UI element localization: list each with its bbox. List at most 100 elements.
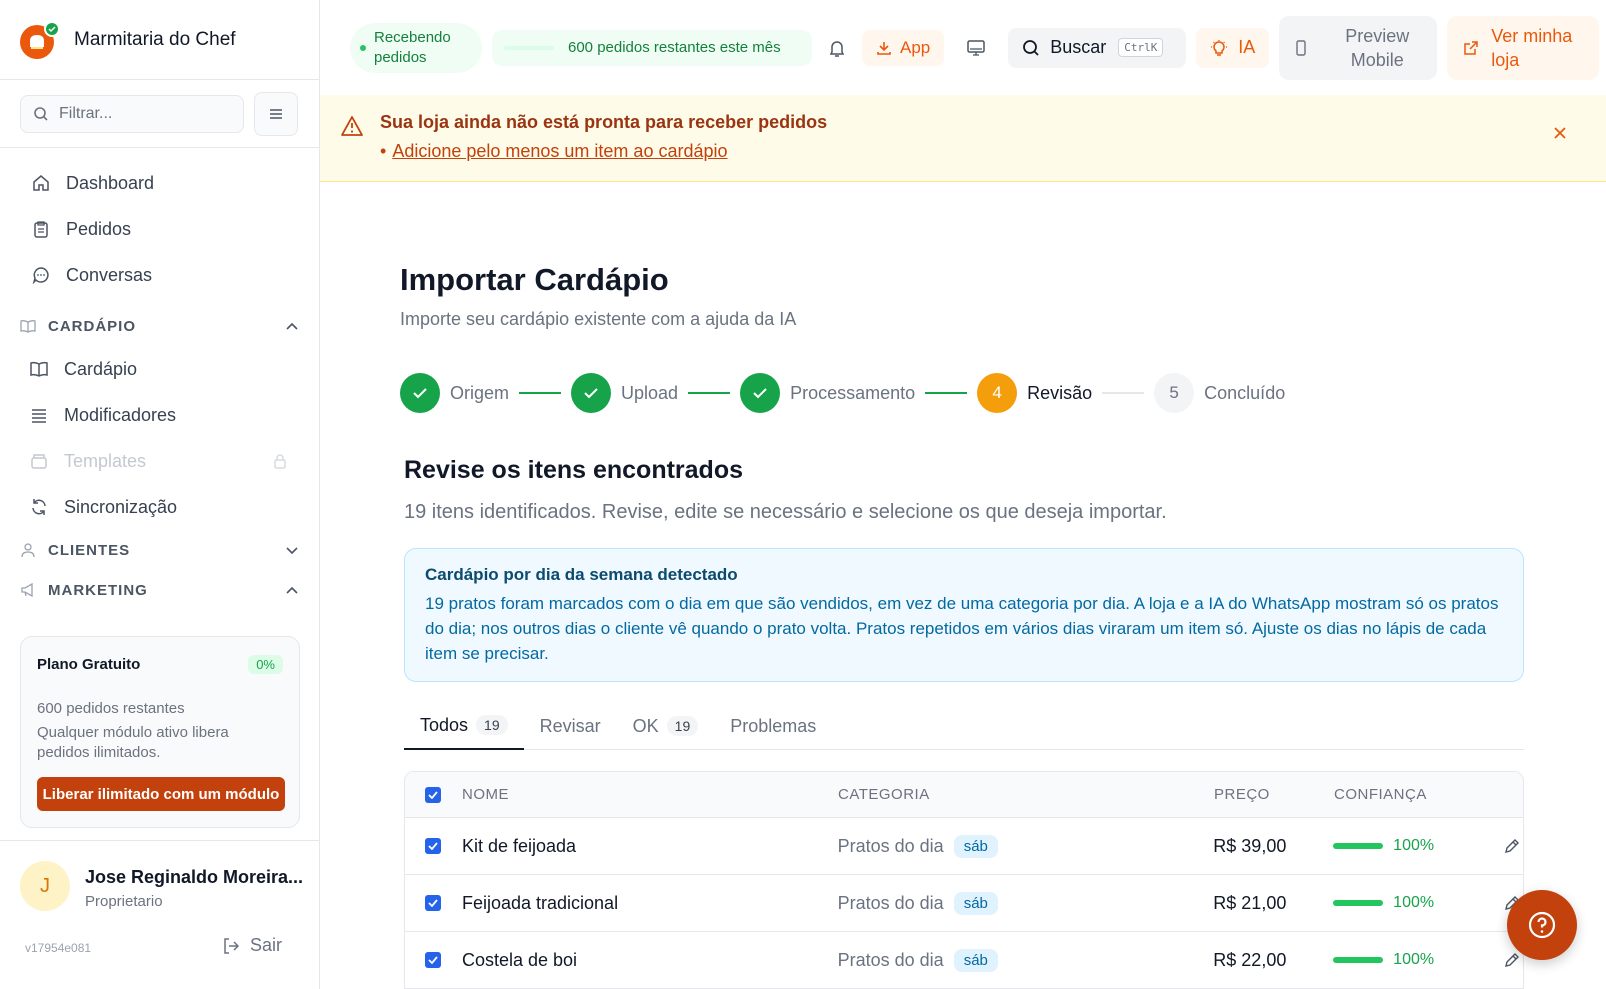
view-store-label: Ver minha loja bbox=[1491, 25, 1573, 70]
tab-revisar[interactable]: Revisar bbox=[524, 702, 617, 750]
lightbulb-icon bbox=[1210, 39, 1228, 57]
orders-progress-bar bbox=[504, 45, 554, 50]
item-price: R$ 39,00 bbox=[1213, 835, 1287, 856]
avatar[interactable]: J bbox=[20, 861, 70, 911]
add-menu-item-link[interactable]: Adicione pelo menos um item ao cardápio bbox=[392, 141, 727, 162]
section-clientes[interactable]: CLIENTES bbox=[0, 530, 319, 570]
orders-quota-pill[interactable]: 600 pedidos restantes este mês bbox=[492, 29, 812, 66]
orders-quota-label: 600 pedidos restantes este mês bbox=[568, 39, 781, 56]
sidebar-item-sincronizacao[interactable]: Sincronização bbox=[0, 484, 319, 530]
pencil-icon[interactable] bbox=[1503, 951, 1523, 969]
col-header-name[interactable]: NOME bbox=[462, 786, 838, 803]
step-connector bbox=[688, 392, 731, 394]
sidebar-item-templates[interactable]: Templates bbox=[0, 438, 319, 484]
brand-header[interactable]: Marmitaria do Chef bbox=[0, 0, 319, 80]
review-tabs: Todos 19 Revisar OK 19 Problemas bbox=[404, 702, 1524, 750]
close-icon[interactable] bbox=[1552, 125, 1568, 141]
tab-todos[interactable]: Todos 19 bbox=[404, 702, 524, 750]
chevron-up-icon bbox=[285, 585, 299, 595]
check-icon bbox=[400, 373, 440, 413]
item-category: Pratos do dia bbox=[837, 949, 944, 970]
logout-button[interactable]: Sair bbox=[222, 935, 282, 956]
bell-icon bbox=[828, 38, 846, 58]
store-status-pill[interactable]: Recebendo pedidos bbox=[350, 22, 482, 73]
day-badge: sáb bbox=[953, 834, 998, 858]
step-label: Processamento bbox=[790, 382, 916, 403]
step-processamento[interactable]: Processamento bbox=[740, 373, 915, 413]
filter-input[interactable]: Filtrar... bbox=[20, 94, 244, 133]
plan-usage-badge: 0% bbox=[248, 655, 283, 674]
notifications-button[interactable] bbox=[822, 30, 852, 66]
select-all-checkbox[interactable] bbox=[425, 786, 441, 803]
step-upload[interactable]: Upload bbox=[571, 373, 678, 413]
tab-label: OK bbox=[632, 715, 659, 736]
item-category: Pratos do dia bbox=[837, 835, 944, 856]
logout-label: Sair bbox=[250, 935, 283, 955]
check-icon bbox=[571, 373, 612, 413]
step-revisao[interactable]: 4 Revisão bbox=[977, 373, 1092, 413]
book-icon bbox=[20, 318, 36, 334]
info-title: Cardápio por dia da semana detectado bbox=[425, 565, 738, 584]
row-checkbox[interactable] bbox=[425, 952, 441, 968]
section-marketing[interactable]: MARKETING bbox=[0, 570, 319, 610]
user-role: Proprietario bbox=[85, 893, 163, 910]
user-profile: J Jose Reginaldo Moreira... Proprietario… bbox=[0, 840, 320, 989]
col-header-confidence[interactable]: CONFIANÇA bbox=[1334, 786, 1504, 803]
items-table: NOME CATEGORIA PREÇO CONFIANÇA Kit de fe… bbox=[404, 771, 1524, 989]
page-subtitle: Importe seu cardápio existente com a aju… bbox=[400, 309, 797, 329]
search-button[interactable]: Buscar CtrlK bbox=[1008, 27, 1187, 68]
unlock-unlimited-button[interactable]: Liberar ilimitado com um módulo bbox=[37, 777, 285, 811]
status-dot-icon bbox=[360, 44, 366, 51]
smartphone-icon bbox=[1295, 39, 1307, 57]
pencil-icon[interactable] bbox=[1503, 837, 1523, 855]
sidebar-item-label: Modificadores bbox=[64, 404, 177, 425]
tab-ok[interactable]: OK 19 bbox=[617, 702, 715, 750]
ia-button[interactable]: IA bbox=[1196, 27, 1270, 68]
desktop-view-button[interactable] bbox=[954, 30, 998, 66]
step-connector bbox=[519, 392, 562, 394]
step-origem[interactable]: Origem bbox=[400, 373, 509, 413]
page-title: Importar Cardápio bbox=[400, 262, 669, 297]
clipboard-icon bbox=[32, 220, 50, 238]
preview-mobile-button[interactable]: Preview Mobile bbox=[1279, 15, 1438, 80]
view-store-button[interactable]: Ver minha loja bbox=[1447, 15, 1600, 80]
step-concluido[interactable]: 5 Concluído bbox=[1154, 373, 1285, 413]
sidebar-item-dashboard[interactable]: Dashboard bbox=[0, 160, 319, 206]
sync-icon bbox=[30, 498, 48, 516]
col-header-category[interactable]: CATEGORIA bbox=[838, 786, 1214, 803]
search-icon bbox=[1022, 39, 1040, 57]
search-label: Buscar bbox=[1050, 37, 1107, 57]
tab-label: Todos bbox=[420, 714, 469, 735]
item-category: Pratos do dia bbox=[837, 892, 944, 913]
confidence-value: 100% bbox=[1393, 951, 1435, 968]
megaphone-icon bbox=[20, 582, 36, 598]
tab-label: Problemas bbox=[730, 715, 817, 736]
collapse-menu-button[interactable] bbox=[254, 91, 298, 136]
ia-label: IA bbox=[1238, 37, 1256, 57]
item-name: Feijoada tradicional bbox=[461, 892, 619, 913]
top-bar: Recebendo pedidos 600 pedidos restantes … bbox=[320, 0, 1606, 95]
sidebar: Marmitaria do Chef Filtrar... Dashboard … bbox=[0, 0, 320, 989]
plan-title: Plano Gratuito bbox=[37, 656, 141, 673]
tab-problemas[interactable]: Problemas bbox=[714, 702, 832, 750]
alert-bullet: • bbox=[380, 141, 387, 161]
step-number: 5 bbox=[1154, 373, 1195, 413]
sidebar-item-modificadores[interactable]: Modificadores bbox=[0, 392, 319, 438]
help-button[interactable] bbox=[1507, 890, 1577, 960]
section-cardapio[interactable]: CARDÁPIO bbox=[0, 306, 319, 346]
sidebar-item-pedidos[interactable]: Pedidos bbox=[0, 206, 319, 252]
step-connector bbox=[925, 392, 968, 394]
tab-count-badge: 19 bbox=[476, 715, 508, 735]
confidence-value: 100% bbox=[1393, 837, 1435, 854]
plan-card: Plano Gratuito 0% 600 pedidos restantes … bbox=[20, 636, 300, 828]
logout-icon bbox=[222, 937, 240, 955]
sidebar-item-cardapio[interactable]: Cardápio bbox=[0, 346, 319, 392]
users-icon bbox=[20, 542, 36, 558]
row-checkbox[interactable] bbox=[425, 838, 441, 854]
preview-label: Preview Mobile bbox=[1345, 25, 1410, 70]
tab-count-badge: 19 bbox=[666, 716, 699, 736]
sidebar-item-conversas[interactable]: Conversas bbox=[0, 252, 319, 298]
download-app-button[interactable]: App bbox=[862, 29, 945, 66]
col-header-price[interactable]: PREÇO bbox=[1214, 786, 1334, 803]
row-checkbox[interactable] bbox=[425, 895, 441, 911]
